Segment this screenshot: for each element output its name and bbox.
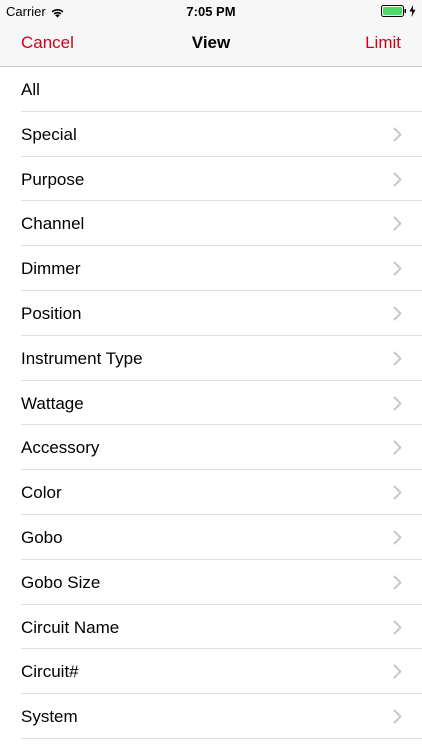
list-item-accessory[interactable]: Accessory	[0, 425, 422, 470]
list-item-label: Channel	[21, 214, 85, 234]
list-item-label: All	[21, 80, 40, 99]
chevron-right-icon	[393, 127, 402, 142]
list-item-label: Color	[21, 483, 62, 503]
list-item-label: Special	[21, 124, 77, 144]
status-bar: Carrier 7:05 PM	[0, 0, 422, 22]
list-item-instrument-type[interactable]: Instrument Type	[0, 336, 422, 381]
status-right	[381, 5, 416, 17]
battery-icon	[381, 5, 406, 17]
list-item-wattage[interactable]: Wattage	[0, 381, 422, 426]
chevron-right-icon	[393, 440, 402, 455]
chevron-right-icon	[393, 396, 402, 411]
chevron-right-icon	[393, 306, 402, 321]
screen: Carrier 7:05 PM Cancel View Limit All Spe…	[0, 0, 422, 750]
chevron-right-icon	[393, 530, 402, 545]
list-item-dimmer[interactable]: Dimmer	[0, 246, 422, 291]
list-item-label: Dimmer	[21, 259, 81, 279]
navigation-bar: Cancel View Limit	[0, 22, 422, 67]
limit-button[interactable]: Limit	[365, 33, 401, 53]
list-item-gobo[interactable]: Gobo	[0, 515, 422, 560]
chevron-right-icon	[393, 172, 402, 187]
list-item-label: Position	[21, 303, 82, 323]
list-item-special[interactable]: Special	[0, 112, 422, 157]
chevron-right-icon	[393, 709, 402, 724]
list-item-label: Wattage	[21, 393, 84, 413]
chevron-right-icon	[393, 216, 402, 231]
chevron-right-icon	[393, 664, 402, 679]
list-item-label: Circuit#	[21, 662, 79, 682]
nav-title: View	[191, 33, 231, 52]
list-item-channel[interactable]: Channel	[0, 201, 422, 246]
list-item-all[interactable]: All	[0, 67, 422, 112]
charging-bolt-icon	[409, 5, 416, 17]
list-item-label: Circuit Name	[21, 617, 120, 637]
list-item-label: Gobo	[21, 527, 63, 547]
list-item-label: Accessory	[21, 438, 100, 458]
list-item-label: Instrument Type	[21, 348, 143, 368]
list-item-system[interactable]: System	[0, 694, 422, 739]
view-options-list: All Special Purpose Channel Dimmer Position In…	[0, 67, 422, 739]
list-item-label: System	[21, 707, 78, 727]
chevron-right-icon	[393, 351, 402, 366]
list-item-purpose[interactable]: Purpose	[0, 157, 422, 202]
list-item-color[interactable]: Color	[0, 470, 422, 515]
status-time: 7:05 PM	[186, 4, 236, 19]
list-item-gobo-size[interactable]: Gobo Size	[0, 560, 422, 605]
list-item-position[interactable]: Position	[0, 291, 422, 336]
list-item-circuit-name[interactable]: Circuit Name	[0, 605, 422, 650]
chevron-right-icon	[393, 485, 402, 500]
chevron-right-icon	[393, 261, 402, 276]
list-item-label: Purpose	[21, 169, 85, 189]
chevron-right-icon	[393, 575, 402, 590]
chevron-right-icon	[393, 620, 402, 635]
list-item-circuit[interactable]: Circuit#	[0, 649, 422, 694]
list-item-label: Gobo Size	[21, 572, 101, 592]
